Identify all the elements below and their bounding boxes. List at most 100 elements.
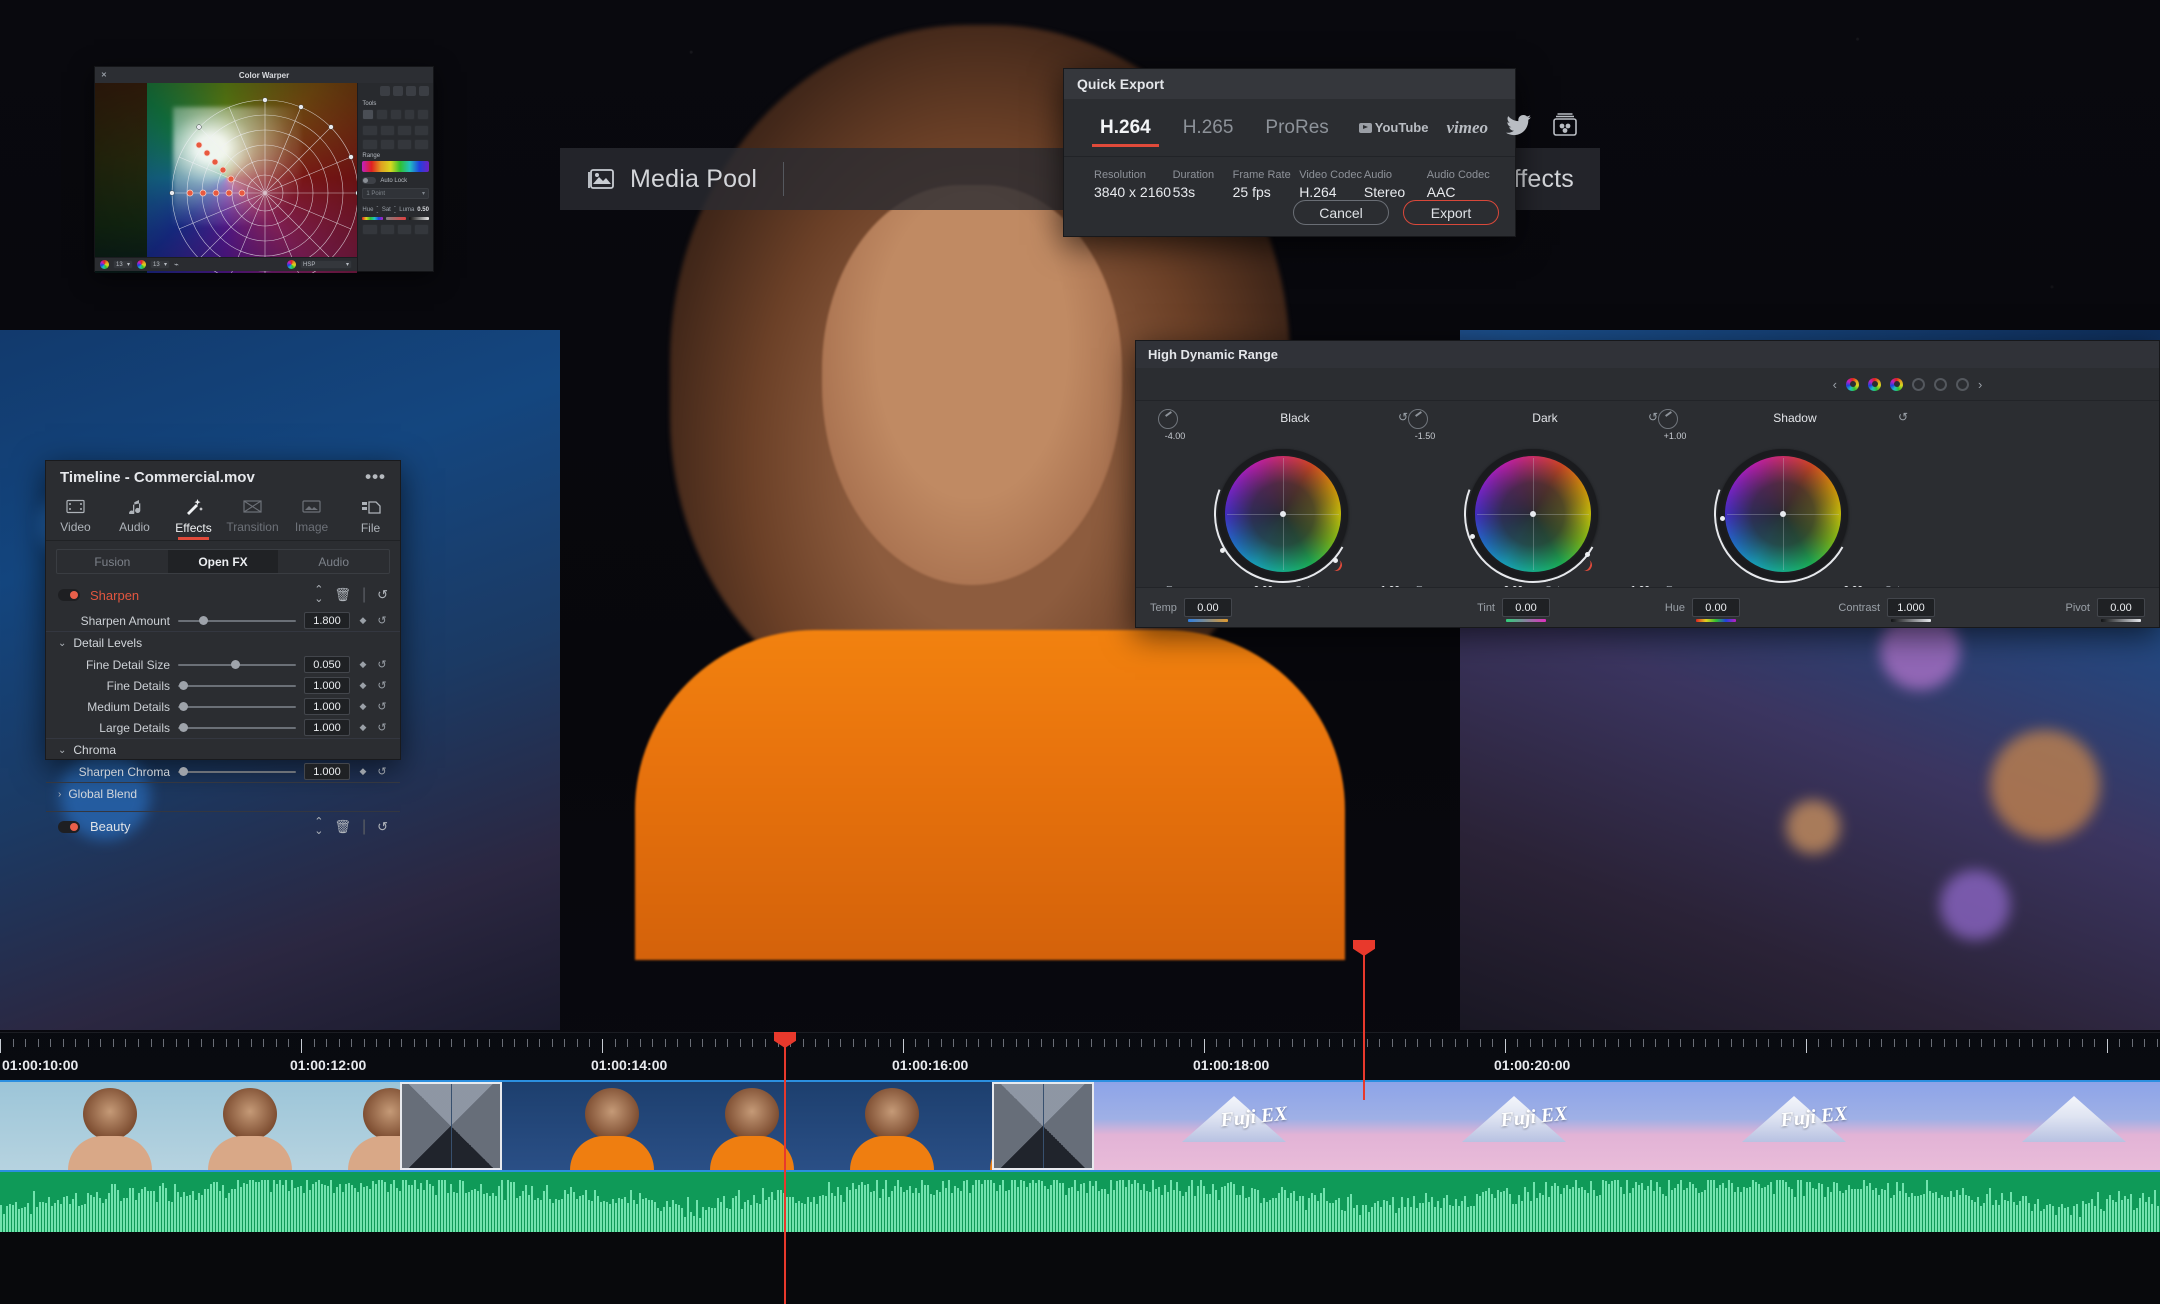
color-warper-grid[interactable] xyxy=(95,83,357,273)
reset-icon[interactable]: ↺ xyxy=(1898,407,1908,424)
tab-file[interactable]: File xyxy=(341,493,400,540)
cancel-button[interactable]: Cancel xyxy=(1293,200,1389,225)
reorder-icon[interactable]: ⌃⌄ xyxy=(314,586,323,604)
contrast-bar[interactable] xyxy=(1891,619,1931,622)
tool-more-icon[interactable] xyxy=(414,125,429,136)
group-detail-levels[interactable]: ⌄ Detail Levels xyxy=(46,631,400,654)
color-warper-tools-panel[interactable]: Tools xyxy=(357,83,433,271)
wheel-dot-1[interactable] xyxy=(1846,378,1859,391)
trash-icon[interactable]: 🗑 xyxy=(334,587,351,603)
reset-icon[interactable]: ↺ xyxy=(1398,407,1408,424)
tab-image[interactable]: Image xyxy=(282,493,341,540)
tab-audio[interactable]: Audio xyxy=(105,493,164,540)
tool-rotate-icon[interactable] xyxy=(397,125,412,136)
auto-lock-row[interactable]: Auto Lock xyxy=(362,177,429,184)
hdr-panel[interactable]: High Dynamic Range ‹ › -4.00 Black xyxy=(1135,340,2160,628)
arc-handle[interactable] xyxy=(1470,534,1475,539)
param-slider[interactable] xyxy=(178,701,296,713)
zone-knob[interactable] xyxy=(1658,409,1678,429)
timeline-audio-track[interactable] xyxy=(0,1172,2160,1232)
keyframe-icon[interactable]: ◆ xyxy=(358,680,368,691)
hue-bar[interactable] xyxy=(362,217,382,220)
temp-value[interactable]: 0.00 xyxy=(1184,598,1232,617)
zone-knob[interactable] xyxy=(1408,409,1428,429)
param-row-sharpen-chroma[interactable]: Sharpen Chroma 1.000 ◆ ↺ xyxy=(46,761,400,782)
tool-pin-icon[interactable] xyxy=(390,109,402,120)
param-slider[interactable] xyxy=(178,722,296,734)
param-value[interactable]: 1.800 xyxy=(304,612,350,629)
timeline-clip-portrait-orange[interactable] xyxy=(502,1082,992,1170)
control-temp[interactable]: Temp 0.00 xyxy=(1150,598,1350,617)
keyframe-icon[interactable]: ◆ xyxy=(358,659,368,670)
reset-icon[interactable]: ↺ xyxy=(376,700,388,713)
param-slider[interactable] xyxy=(178,615,296,627)
circle-alt-icon[interactable] xyxy=(414,224,429,235)
auto-lock-toggle[interactable] xyxy=(362,177,376,184)
hue-value[interactable]: 0.00 xyxy=(1692,598,1740,617)
timeline-ruler[interactable]: 01:00:10:00 01:00:12:00 01:00:14:00 01:0… xyxy=(0,1032,2160,1080)
reset-icon[interactable] xyxy=(406,86,416,96)
tool-move-icon[interactable] xyxy=(362,125,377,136)
arc-handle[interactable] xyxy=(1585,552,1590,557)
control-contrast[interactable]: Contrast 1.000 xyxy=(1740,598,1935,617)
wheel-dot-3[interactable] xyxy=(1890,378,1903,391)
pivot-bar[interactable] xyxy=(2101,619,2141,622)
arc-handle[interactable] xyxy=(1220,548,1225,553)
grid-v-select[interactable]: 13▾ xyxy=(150,260,170,269)
chevron-right-icon[interactable]: › xyxy=(1978,377,1982,392)
playhead-secondary[interactable] xyxy=(1363,940,1365,1100)
resolve-cloud-icon[interactable] xyxy=(1550,112,1580,143)
param-value[interactable]: 1.000 xyxy=(304,719,350,736)
pen-tool-icon[interactable] xyxy=(362,224,377,235)
tint-value[interactable]: 0.00 xyxy=(1502,598,1550,617)
tool-pen-icon[interactable] xyxy=(376,109,388,120)
param-slider[interactable] xyxy=(178,766,296,778)
effect-enable-toggle[interactable] xyxy=(58,589,80,601)
color-wheel[interactable] xyxy=(1718,449,1848,579)
temp-bar[interactable] xyxy=(1188,619,1228,622)
close-icon[interactable]: ✕ xyxy=(101,71,107,79)
pen-alt-icon[interactable] xyxy=(397,224,412,235)
reset-icon[interactable]: ↺ xyxy=(1648,407,1658,424)
keyframe-icon[interactable]: ◆ xyxy=(358,722,368,733)
keyframe-icon[interactable]: ◆ xyxy=(358,701,368,712)
timeline-video-track[interactable]: Fuji EX Fuji EX Fuji EX xyxy=(0,1080,2160,1172)
wheel-dot-4[interactable] xyxy=(1912,378,1925,391)
tool-pointer-icon[interactable] xyxy=(362,109,374,120)
segment-open-fx[interactable]: Open FX xyxy=(168,550,279,573)
timeline-clip-fuji-ex[interactable]: Fuji EX Fuji EX Fuji EX xyxy=(1094,1082,2160,1170)
group-chroma[interactable]: ⌄ Chroma xyxy=(46,738,400,761)
arc-handle[interactable] xyxy=(1333,558,1338,563)
param-value[interactable]: 1.000 xyxy=(304,698,350,715)
toolbar-item-media-pool[interactable]: Media Pool xyxy=(560,148,783,210)
effect-enable-toggle[interactable] xyxy=(58,821,80,833)
point-count-select[interactable]: 1 Point ▾ xyxy=(362,188,429,199)
tool-expand-icon[interactable] xyxy=(417,109,429,120)
chevron-left-icon[interactable]: ‹ xyxy=(1833,377,1837,392)
inspector-panel[interactable]: Timeline - Commercial.mov ••• Video Audi… xyxy=(45,460,401,760)
more-options-icon[interactable]: ••• xyxy=(365,467,386,487)
param-row-fine-detail-size[interactable]: Fine Detail Size 0.050 ◆ ↺ xyxy=(46,654,400,675)
eyedropper-icon[interactable]: ⌁ xyxy=(174,260,179,269)
color-wheel[interactable] xyxy=(1218,449,1348,579)
wheel-dot-6[interactable] xyxy=(1956,378,1969,391)
tab-video[interactable]: Video xyxy=(46,493,105,540)
arc-handle[interactable] xyxy=(1720,516,1725,521)
format-tab-h265[interactable]: H.265 xyxy=(1167,99,1250,156)
trash-icon[interactable]: 🗑 xyxy=(334,819,351,835)
reset-icon[interactable]: ↺ xyxy=(376,765,388,778)
range-gradient[interactable] xyxy=(362,161,429,172)
color-wheel[interactable] xyxy=(1468,449,1598,579)
tool-target-icon[interactable] xyxy=(397,139,412,150)
control-pivot[interactable]: Pivot 0.00 xyxy=(1935,598,2145,617)
segment-audio[interactable]: Audio xyxy=(278,550,389,573)
keyframe-icon[interactable]: ◆ xyxy=(358,766,368,777)
timeline-transition-2[interactable] xyxy=(992,1082,1094,1170)
tool-shift-icon[interactable] xyxy=(380,125,395,136)
twitter-icon[interactable] xyxy=(1506,114,1532,141)
playhead-primary[interactable] xyxy=(784,1032,786,1304)
reset-all-icon[interactable]: ↺ xyxy=(377,819,388,835)
tool-circle-icon[interactable] xyxy=(414,139,429,150)
contrast-value[interactable]: 1.000 xyxy=(1887,598,1935,617)
reset-icon[interactable]: ↺ xyxy=(376,614,388,627)
